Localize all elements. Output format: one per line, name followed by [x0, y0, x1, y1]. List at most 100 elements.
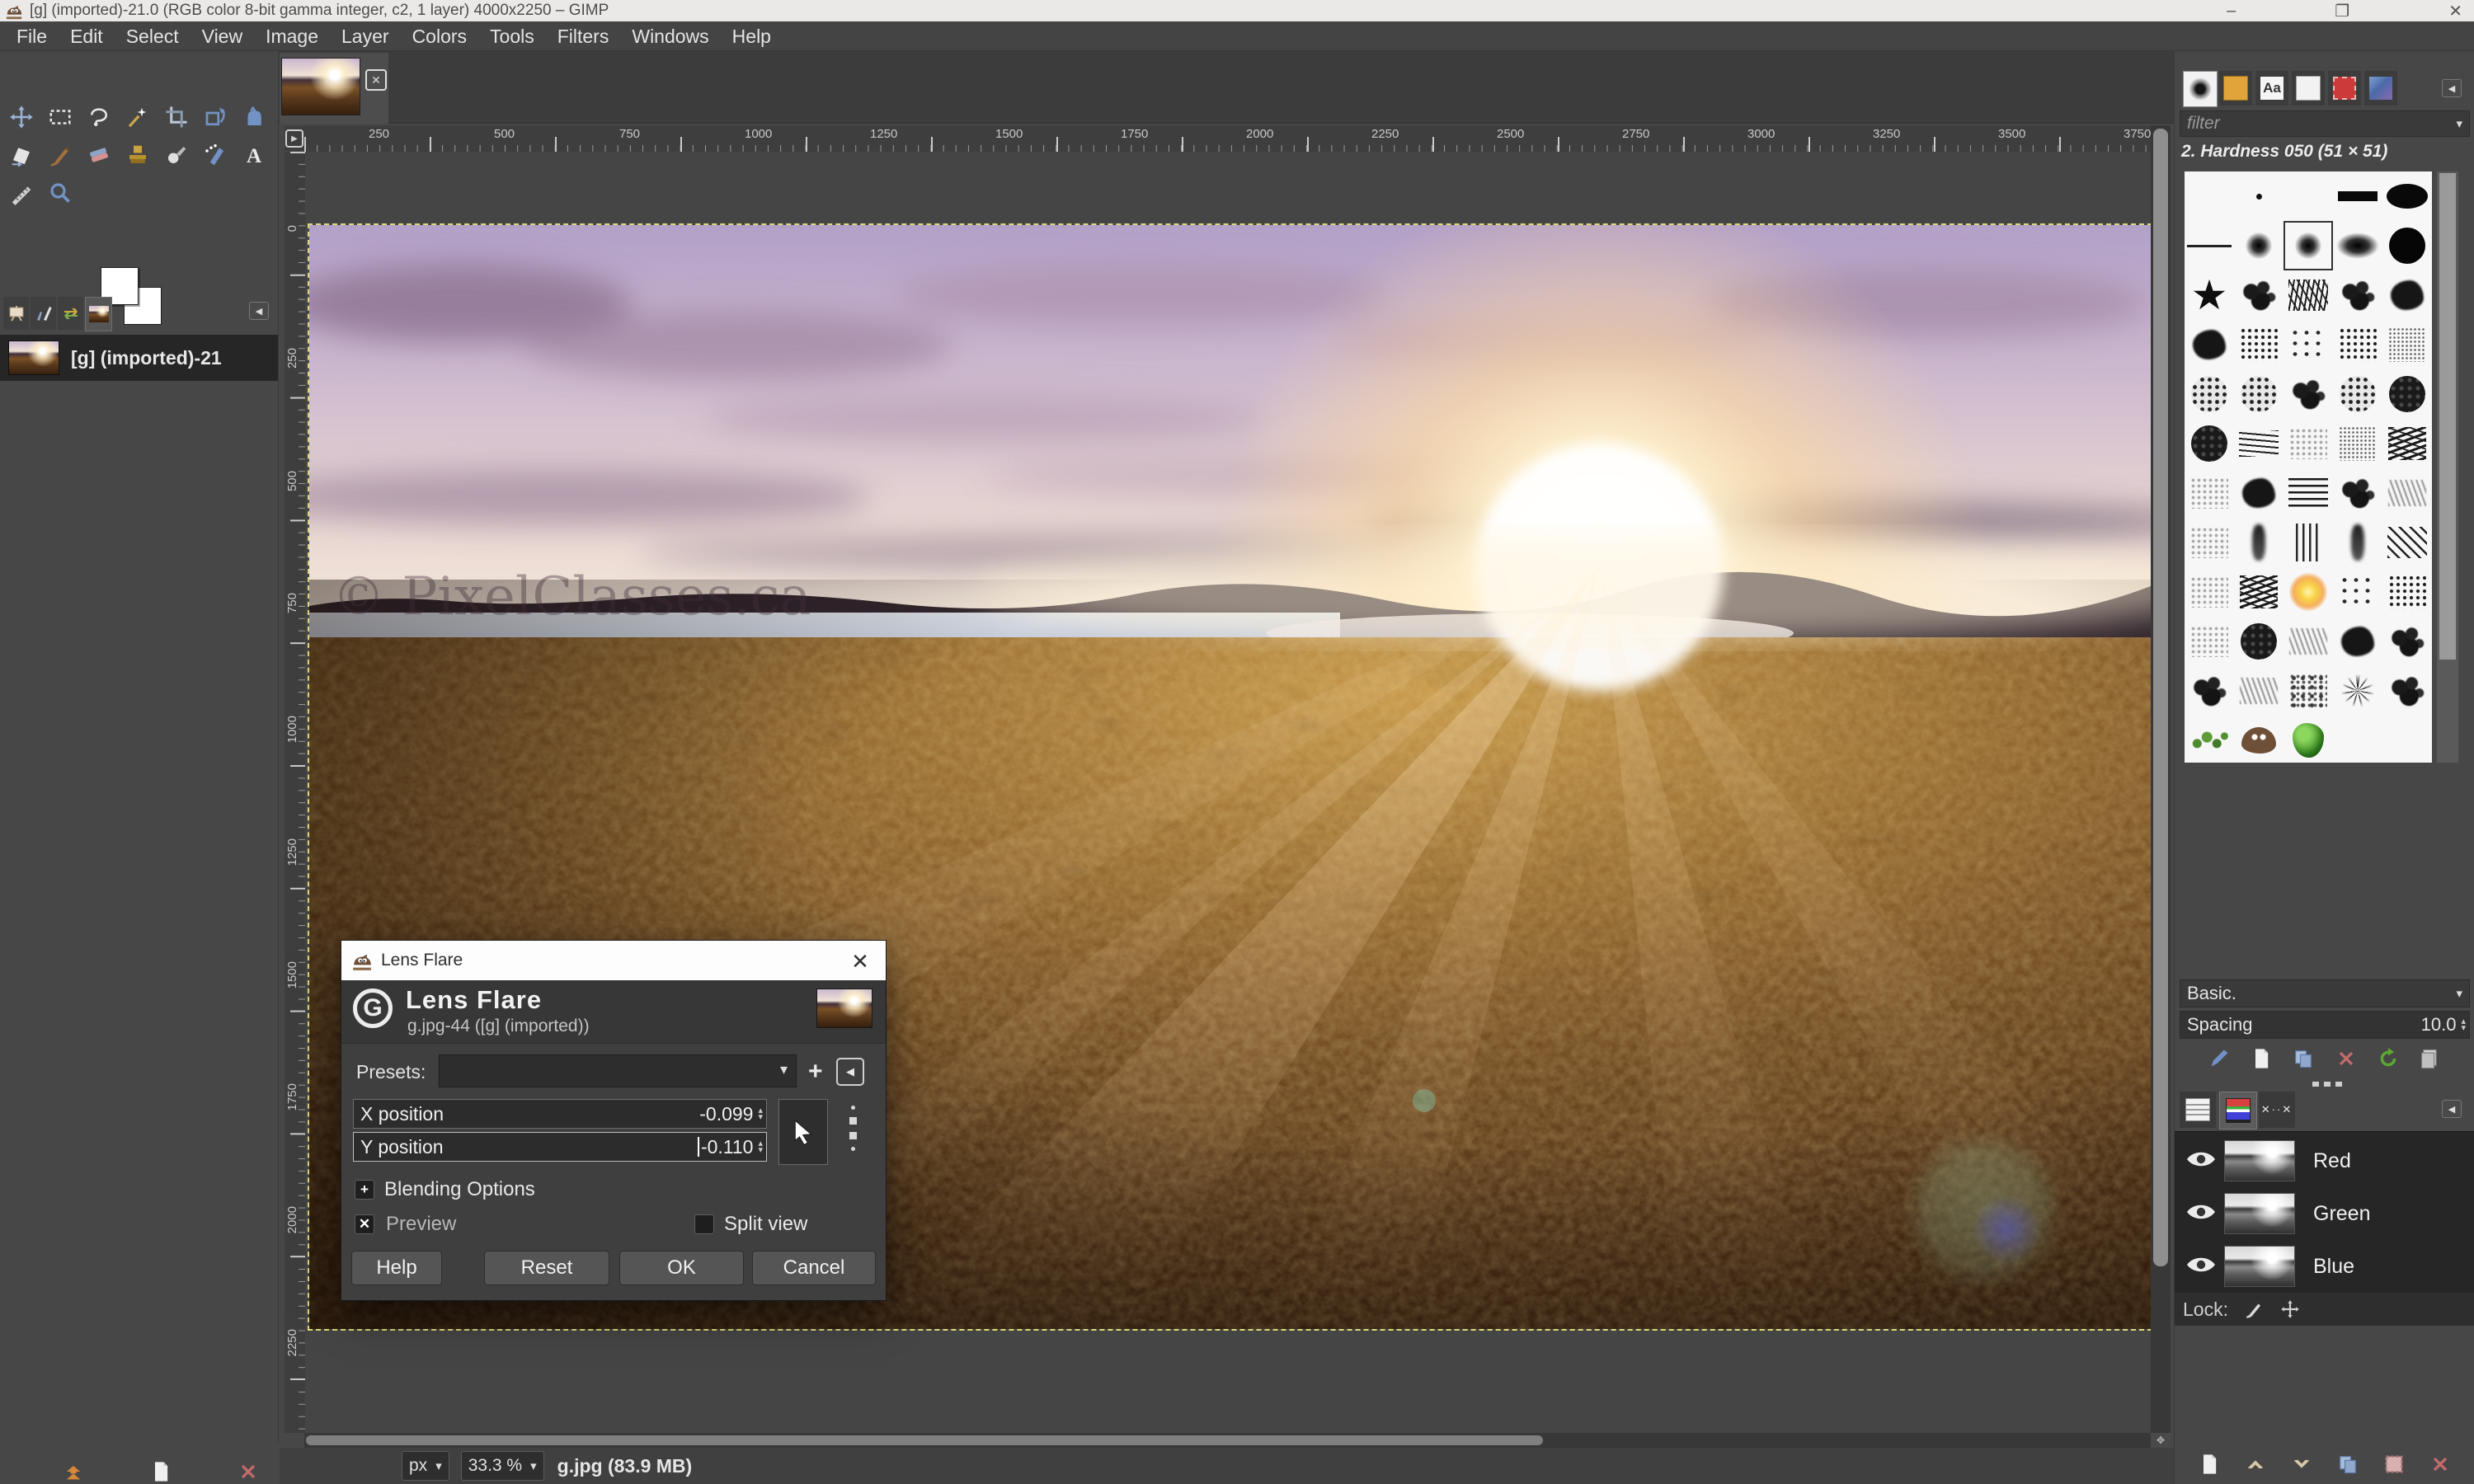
add-preset-icon[interactable]: + — [808, 1058, 823, 1086]
brush-cell-splat[interactable] — [2382, 666, 2432, 716]
brush-cell-faint[interactable] — [2185, 617, 2234, 666]
menu-help[interactable]: Help — [721, 21, 783, 51]
brush-cell-faint[interactable] — [2185, 468, 2234, 518]
brush-cell-soft[interactable] — [2234, 221, 2284, 270]
brush-cell-hatch[interactable] — [2234, 419, 2284, 468]
device-status-tab[interactable] — [31, 297, 56, 330]
measure-tool[interactable] — [3, 175, 40, 211]
brush-cell-scribble[interactable] — [2382, 419, 2432, 468]
brush-cell-splat[interactable] — [2382, 617, 2432, 666]
brush-cell-faint[interactable] — [2185, 518, 2234, 567]
brush-cell-line[interactable] — [2185, 221, 2234, 270]
brush-cell-ellipse[interactable] — [2382, 171, 2432, 221]
brush-cell-splat[interactable] — [2333, 468, 2382, 518]
brush-cell-softwide[interactable] — [2333, 221, 2382, 270]
close-button[interactable]: ✕ — [2448, 1, 2462, 21]
lock-position-icon[interactable] — [2279, 1298, 2301, 1320]
history-tab[interactable] — [58, 297, 83, 330]
edit-brush-button[interactable] — [2205, 1045, 2233, 1073]
brush-group-select[interactable]: Basic. ▾ — [2180, 979, 2470, 1007]
brush-cell-cells[interactable] — [2185, 369, 2234, 419]
raise-displays-button[interactable] — [59, 1458, 87, 1484]
gradients-tab[interactable] — [2364, 71, 2397, 106]
new-brush-button[interactable] — [2247, 1045, 2275, 1073]
x-position-field[interactable]: X position-0.099▴▾ — [353, 1099, 767, 1129]
brush-cell-pebble[interactable] — [2382, 369, 2432, 419]
brush-cell-smudge[interactable] — [2333, 518, 2382, 567]
field-spinner[interactable]: ▴▾ — [758, 1140, 763, 1153]
collapse-left-dock-icon[interactable]: ◀ — [249, 302, 269, 320]
brush-cell-blank[interactable] — [2333, 716, 2382, 763]
ruler-corner[interactable]: ▶ — [285, 126, 304, 151]
menu-tools[interactable]: Tools — [478, 21, 546, 51]
collapse-channels-dock-icon[interactable]: ◀ — [2442, 1100, 2462, 1118]
brush-cell-star[interactable] — [2185, 270, 2234, 320]
delete-channel-button[interactable] — [2426, 1450, 2454, 1478]
image-tab[interactable]: ✕ — [280, 53, 388, 124]
brush-cell-splat[interactable] — [2234, 270, 2284, 320]
visibility-eye-icon[interactable] — [2185, 1252, 2218, 1282]
brush-cell-blank[interactable] — [2284, 171, 2333, 221]
brush-grid-scrollbar[interactable] — [2437, 171, 2458, 763]
horizontal-scrollbar-thumb[interactable] — [306, 1435, 1543, 1445]
brush-cell-vstrokes[interactable] — [2284, 518, 2333, 567]
brush-cell-pepper[interactable] — [2284, 716, 2333, 763]
brush-cell-blob[interactable] — [2382, 270, 2432, 320]
menu-filters[interactable]: Filters — [546, 21, 621, 51]
unit-select[interactable]: px▾ — [402, 1451, 449, 1481]
tab-close-icon[interactable]: ✕ — [365, 69, 387, 91]
brush-cell-specks[interactable] — [2333, 320, 2382, 369]
field-spinner[interactable]: ▴▾ — [758, 1107, 763, 1120]
brush-cell-cells[interactable] — [2333, 369, 2382, 419]
restore-button[interactable]: ❐ — [2335, 1, 2349, 21]
minimize-button[interactable]: – — [2227, 2, 2236, 21]
layers-tab[interactable] — [2180, 1092, 2216, 1128]
tool-options-tab[interactable] — [3, 297, 29, 330]
preset-menu-icon[interactable]: ◀ — [836, 1058, 864, 1086]
open-brush-button[interactable] — [2416, 1045, 2444, 1073]
brush-cell-hlines[interactable] — [2284, 468, 2333, 518]
brush-cell-blob[interactable] — [2185, 320, 2234, 369]
lower-channel-button[interactable] — [2288, 1450, 2316, 1478]
split-view-checkbox[interactable] — [694, 1214, 714, 1234]
swap-colors-icon[interactable] — [145, 264, 167, 280]
brush-cell-blank[interactable] — [2185, 171, 2234, 221]
ok-button[interactable]: OK — [619, 1251, 744, 1285]
menu-file[interactable]: File — [5, 21, 59, 51]
brush-cell-splat[interactable] — [2284, 369, 2333, 419]
y-position-field[interactable]: Y position-0.110▴▾ — [353, 1132, 767, 1162]
spacing-spinner[interactable]: ▴▾ — [2461, 1018, 2466, 1031]
brush-cell-spikes[interactable] — [2333, 666, 2382, 716]
brush-cell-pebble[interactable] — [2234, 617, 2284, 666]
menu-select[interactable]: Select — [115, 21, 190, 51]
new-display-button[interactable] — [147, 1458, 175, 1484]
dialog-title-bar[interactable]: Lens Flare ✕ — [341, 941, 886, 980]
duplicate-brush-button[interactable] — [2289, 1045, 2317, 1073]
zoom-select[interactable]: 33.3 %▾ — [461, 1451, 544, 1481]
canvas-menu-icon[interactable]: ▶ — [285, 129, 303, 148]
menu-image[interactable]: Image — [254, 21, 330, 51]
menu-windows[interactable]: Windows — [620, 21, 720, 51]
brush-cell-blob[interactable] — [2234, 468, 2284, 518]
visibility-eye-icon[interactable] — [2185, 1199, 2218, 1229]
vertical-scrollbar-thumb[interactable] — [2153, 129, 2168, 1266]
brush-cell-dust[interactable] — [2382, 320, 2432, 369]
brush-cell-dust[interactable] — [2333, 419, 2382, 468]
brush-cell-sprig[interactable] — [2185, 716, 2234, 763]
smudge-tool[interactable] — [158, 137, 195, 173]
crop-tool[interactable] — [158, 99, 195, 135]
move-tool[interactable] — [3, 99, 40, 135]
brush-cell-splat[interactable] — [2185, 666, 2234, 716]
eraser-tool[interactable] — [81, 137, 117, 173]
brush-cell-pebble[interactable] — [2185, 419, 2234, 468]
menu-colors[interactable]: Colors — [401, 21, 478, 51]
dock-splitter-handle[interactable] — [2298, 1080, 2356, 1088]
preview-option[interactable]: ✕ Preview — [355, 1213, 456, 1236]
palettes-tab[interactable] — [2328, 71, 2361, 106]
horizontal-scrollbar[interactable] — [304, 1433, 2151, 1448]
handle-transform-tool[interactable] — [236, 99, 272, 135]
brushes-tab[interactable] — [2183, 71, 2218, 107]
menu-edit[interactable]: Edit — [59, 21, 115, 51]
channel-to-selection-button[interactable] — [2380, 1450, 2408, 1478]
spacing-slider[interactable]: Spacing 10.0 ▴▾ — [2180, 1011, 2470, 1039]
